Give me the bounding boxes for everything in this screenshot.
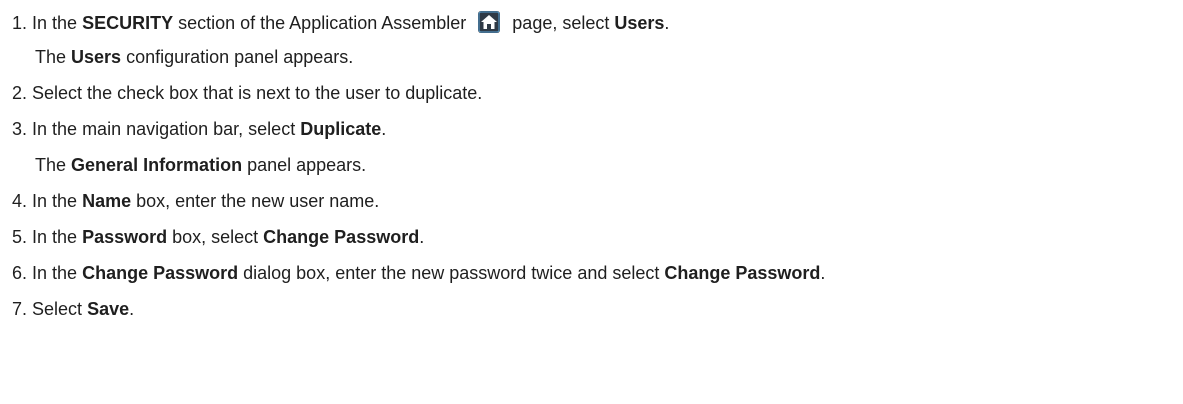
text-run: In the (32, 227, 83, 247)
step-2: 2. Select the check box that is next to … (12, 83, 1183, 103)
emphasis-term: Password (82, 227, 168, 247)
result-text: The General Information panel appears. (35, 155, 366, 175)
text-run: . (381, 119, 387, 139)
text-run: . (419, 227, 425, 247)
emphasis-term: Change Password (263, 227, 420, 247)
step-text: Select the check box that is next to the… (32, 83, 482, 103)
text-run: The (35, 47, 72, 67)
text-run: box, select (167, 227, 264, 247)
step-3: 3. In the main navigation bar, select Du… (12, 119, 1183, 139)
result-text: The Users configuration panel appears. (35, 47, 353, 67)
emphasis-term: Duplicate (300, 119, 382, 139)
step-text: In the SECURITY section of the Applicati… (32, 11, 670, 33)
text-run: dialog box, enter the new password twice… (238, 263, 665, 283)
emphasis-term: Users (614, 13, 665, 33)
text-run: In the (32, 13, 83, 33)
text-run: panel appears. (242, 155, 367, 175)
step-number: 2. (12, 83, 28, 103)
text-run: In the main navigation bar, select (32, 119, 301, 139)
step-1-result: The Users configuration panel appears. (12, 47, 1183, 67)
emphasis-term: Change Password (82, 263, 239, 283)
text-run: box, enter the new user name. (131, 191, 380, 211)
text-run: The (35, 155, 72, 175)
home-icon (478, 11, 501, 33)
text-run: In the (32, 191, 83, 211)
step-7: 7. Select Save. (12, 299, 1183, 319)
text-run: . (129, 299, 135, 319)
step-number: 7. (12, 299, 28, 319)
step-1: 1. In the SECURITY section of the Applic… (12, 11, 1183, 33)
text-run: In the (32, 263, 83, 283)
text-run: . (664, 13, 670, 33)
procedure-document: 1. In the SECURITY section of the Applic… (0, 0, 1183, 319)
step-number: 6. (12, 263, 28, 283)
step-5: 5. In the Password box, select Change Pa… (12, 227, 1183, 247)
text-run: Select (32, 299, 88, 319)
text-run: page, select (507, 13, 615, 33)
emphasis-term: Save (87, 299, 130, 319)
step-text: In the Name box, enter the new user name… (32, 191, 379, 211)
step-3-result: The General Information panel appears. (12, 155, 1183, 175)
step-number: 1. (12, 13, 28, 33)
emphasis-term: Users (71, 47, 122, 67)
text-run: section of the Application Assembler (173, 13, 472, 33)
step-text: Select Save. (32, 299, 134, 319)
step-text: In the main navigation bar, select Dupli… (32, 119, 386, 139)
text-run: Select the check box that is next to the… (32, 83, 483, 103)
step-text: In the Change Password dialog box, enter… (32, 263, 825, 283)
step-number: 5. (12, 227, 28, 247)
text-run: . (820, 263, 826, 283)
emphasis-term: General Information (71, 155, 243, 175)
step-4: 4. In the Name box, enter the new user n… (12, 191, 1183, 211)
emphasis-term: Name (82, 191, 132, 211)
step-6: 6. In the Change Password dialog box, en… (12, 263, 1183, 283)
emphasis-term: Change Password (664, 263, 821, 283)
step-number: 4. (12, 191, 28, 211)
emphasis-term: SECURITY (82, 13, 174, 33)
step-text: In the Password box, select Change Passw… (32, 227, 424, 247)
text-run: configuration panel appears. (121, 47, 354, 67)
step-number: 3. (12, 119, 28, 139)
